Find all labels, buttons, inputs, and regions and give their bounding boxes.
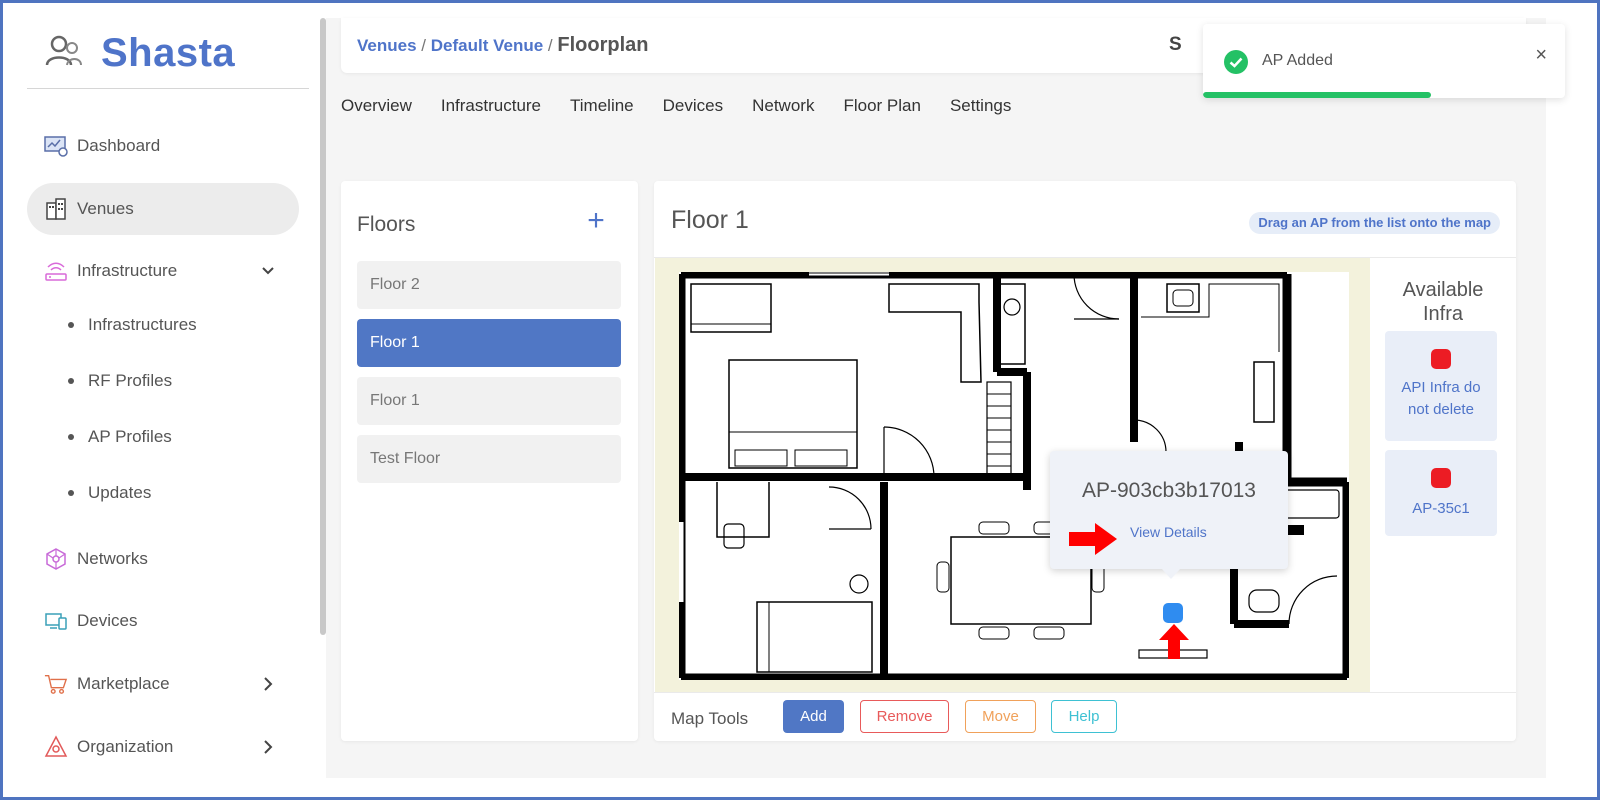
popup-pointer xyxy=(1162,569,1180,579)
divider xyxy=(27,88,309,89)
chevron-down-icon[interactable] xyxy=(257,260,279,282)
add-button[interactable]: Add xyxy=(783,700,844,733)
brand[interactable]: Shasta xyxy=(45,31,235,76)
floors-title: Floors xyxy=(357,213,416,236)
floor-item[interactable]: Test Floor xyxy=(357,435,621,483)
floor-item[interactable]: Floor 1 xyxy=(357,377,621,425)
tab-overview[interactable]: Overview xyxy=(341,96,412,116)
users-icon xyxy=(45,35,83,72)
subnav-label: Updates xyxy=(88,483,152,502)
close-icon[interactable]: × xyxy=(1535,44,1547,67)
nav-venues[interactable]: Venues xyxy=(27,183,299,235)
header-partial-text: S xyxy=(1169,34,1182,55)
add-floor-button[interactable]: + xyxy=(581,206,611,237)
available-infra-panel: Available Infra API Infra do not delete … xyxy=(1370,258,1516,692)
tab-floor-plan[interactable]: Floor Plan xyxy=(843,96,920,116)
bullet-icon xyxy=(68,322,74,328)
dashboard-icon xyxy=(44,134,68,158)
help-button[interactable]: Help xyxy=(1051,700,1117,733)
divider xyxy=(654,692,1516,693)
subnav-ap-profiles[interactable]: AP Profiles xyxy=(68,427,172,447)
subnav-rf-profiles[interactable]: RF Profiles xyxy=(68,371,172,391)
available-infra-title-line-2: Infra xyxy=(1422,303,1464,325)
chevron-right-icon[interactable] xyxy=(257,736,279,758)
router-icon xyxy=(44,259,68,283)
nav-label: Venues xyxy=(77,199,134,218)
nav-label: Devices xyxy=(77,611,138,630)
venue-tabs: Overview Infrastructure Timeline Devices… xyxy=(341,96,1011,116)
floors-panel: Floors + Floor 2 Floor 1 Floor 1 Test Fl… xyxy=(341,181,638,741)
available-infra-title-line-1: Available xyxy=(1402,279,1484,301)
breadcrumb-current: Floorplan xyxy=(557,34,649,56)
move-button[interactable]: Move xyxy=(965,700,1036,733)
nav-infrastructure[interactable]: Infrastructure xyxy=(27,245,299,297)
map-tools-label: Map Tools xyxy=(671,709,749,728)
organization-icon xyxy=(44,735,68,759)
ap-device-icon xyxy=(1431,349,1451,369)
subnav-label: Infrastructures xyxy=(88,315,197,334)
tab-network[interactable]: Network xyxy=(752,96,814,116)
available-infra-title: Available Infra xyxy=(1370,278,1516,326)
building-icon xyxy=(44,197,68,221)
nav-organization[interactable]: Organization xyxy=(27,721,299,773)
breadcrumb-separator: / xyxy=(421,36,427,55)
chevron-right-icon[interactable] xyxy=(257,673,279,695)
tab-settings[interactable]: Settings xyxy=(950,96,1011,116)
nav-label: Infrastructure xyxy=(77,261,178,280)
bullet-icon xyxy=(68,490,74,496)
floor-item[interactable]: Floor 2 xyxy=(357,261,621,309)
check-circle-icon xyxy=(1224,50,1248,79)
view-details-link[interactable]: View Details xyxy=(1130,524,1207,540)
breadcrumb-default-venue[interactable]: Default Venue xyxy=(431,36,543,55)
main-content: Venues / Default Venue / Floorplan S Ove… xyxy=(326,18,1546,778)
floor-item-selected[interactable]: Floor 1 xyxy=(357,319,621,367)
available-infra-item[interactable]: AP-35c1 xyxy=(1385,450,1497,536)
annotation-arrow-right-icon xyxy=(1069,523,1117,555)
floor-title: Floor 1 xyxy=(671,206,749,234)
nav-networks[interactable]: Networks xyxy=(27,533,299,585)
subnav-label: RF Profiles xyxy=(88,371,173,390)
tab-devices[interactable]: Devices xyxy=(663,96,723,116)
network-icon xyxy=(44,547,68,571)
toast-message: AP Added xyxy=(1262,52,1333,69)
subnav-infrastructures[interactable]: Infrastructures xyxy=(68,315,197,335)
nav-marketplace[interactable]: Marketplace xyxy=(27,658,299,710)
nav-label: Organization xyxy=(77,737,174,756)
breadcrumb: Venues / Default Venue / Floorplan xyxy=(357,34,648,57)
breadcrumb-separator: / xyxy=(547,36,553,55)
tab-infrastructure[interactable]: Infrastructure xyxy=(441,96,541,116)
brand-name: Shasta xyxy=(101,31,236,75)
breadcrumb-venues[interactable]: Venues xyxy=(357,36,417,55)
annotation-arrow-up-icon xyxy=(1159,624,1189,659)
toast-progress-bar xyxy=(1203,92,1432,98)
placed-ap-marker[interactable] xyxy=(1163,603,1183,623)
available-infra-label: AP-35c1 xyxy=(1412,500,1470,517)
available-infra-item[interactable]: API Infra do not delete xyxy=(1385,331,1497,441)
drag-hint-badge: Drag an AP from the list onto the map xyxy=(1249,212,1500,234)
remove-button[interactable]: Remove xyxy=(860,700,949,733)
nav-dashboard[interactable]: Dashboard xyxy=(27,120,299,172)
subnav-label: AP Profiles xyxy=(88,427,172,446)
cart-icon xyxy=(44,672,68,696)
nav-label: Dashboard xyxy=(77,136,161,155)
nav-label: Networks xyxy=(77,549,148,568)
tab-timeline[interactable]: Timeline xyxy=(570,96,634,116)
toast-notification: AP Added × xyxy=(1203,24,1565,98)
bullet-icon xyxy=(68,434,74,440)
nav-label: Marketplace xyxy=(77,674,170,693)
ap-popup-title: AP-903cb3b17013 xyxy=(1082,479,1256,502)
ap-device-icon xyxy=(1431,468,1451,488)
devices-icon xyxy=(44,609,68,633)
sidebar: Shasta Dashboard Venues Infrastructure I… xyxy=(3,3,325,797)
nav-devices[interactable]: Devices xyxy=(27,595,299,647)
bullet-icon xyxy=(68,378,74,384)
subnav-updates[interactable]: Updates xyxy=(68,483,151,503)
available-infra-label: API Infra do not delete xyxy=(1401,379,1481,418)
